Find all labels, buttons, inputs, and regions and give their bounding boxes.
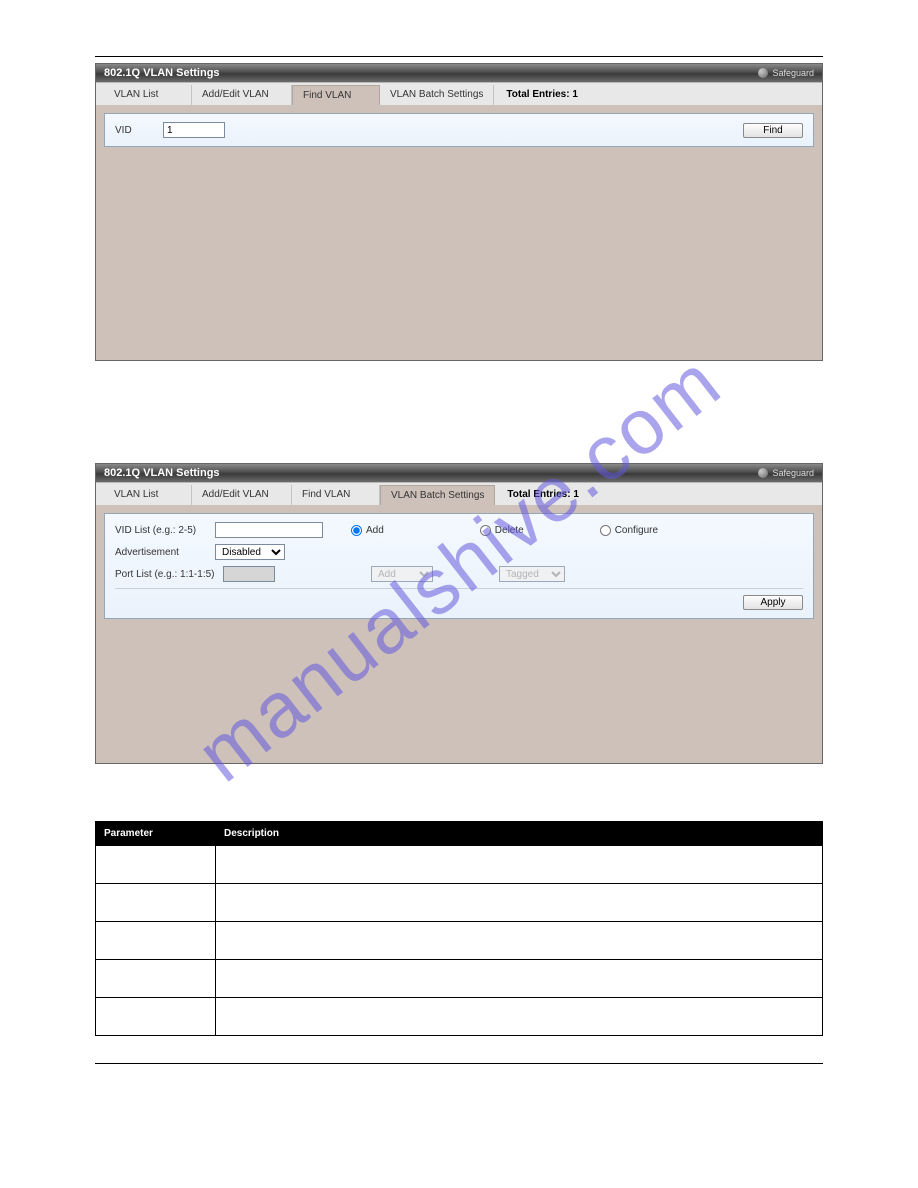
find-vlan-lead: Enter the VLAN ID number in the field of… (95, 401, 823, 412)
find-form-box: VID Find (104, 113, 814, 147)
footer-rule (95, 1063, 823, 1064)
param-header-description: Description (216, 822, 823, 846)
tab-bar: VLAN List Add/Edit VLAN Find VLAN VLAN B… (96, 482, 822, 505)
radio-configure[interactable] (600, 525, 611, 536)
vid-list-input[interactable] (215, 522, 323, 538)
document-header: xStack® DGS-3620 Series Layer 3 Managed … (95, 40, 823, 50)
safeguard-icon (758, 68, 768, 78)
param-name: Port List (96, 922, 216, 960)
table-row: Port List Allows an individual port list… (96, 922, 823, 960)
radio-delete-label: Delete (495, 525, 524, 536)
tab-vlan-list[interactable]: VLAN List (104, 485, 192, 505)
radio-configure-label: Configure (615, 525, 658, 536)
panel-title: 802.1Q VLAN Settings (104, 67, 220, 79)
tab-vlan-batch-settings[interactable]: VLAN Batch Settings (380, 485, 495, 505)
tab-add-edit-vlan[interactable]: Add/Edit VLAN (192, 85, 292, 105)
radio-configure-group[interactable]: Configure (600, 525, 658, 536)
radio-delete-group[interactable]: Delete (480, 525, 524, 536)
advertisement-select[interactable]: Disabled (215, 544, 285, 560)
safeguard-label: Safeguard (772, 468, 814, 478)
form-divider (115, 588, 803, 589)
advertisement-label: Advertisement (115, 547, 207, 558)
param-header-parameter: Parameter (96, 822, 216, 846)
table-row: VID List Enter a VLAN ID List that can b… (96, 846, 823, 884)
panel-titlebar: 802.1Q VLAN Settings Safeguard (96, 64, 822, 82)
tab-find-vlan[interactable]: Find VLAN (292, 85, 380, 105)
apply-button[interactable]: Apply (743, 595, 803, 610)
table-lead-text: The fields that can be configured are de… (95, 804, 823, 815)
safeguard-badge: Safeguard (758, 468, 814, 478)
param-desc: Enter a VLAN ID List that can be added, … (216, 846, 823, 884)
radio-add[interactable] (351, 525, 362, 536)
param-name: Tagged (96, 960, 216, 998)
total-entries-label: Total Entries: 1 (495, 485, 591, 505)
port-list-label: Port List (e.g.: 1:1-1:5) (115, 569, 215, 580)
param-name: VID List (96, 846, 216, 884)
apply-note: Click the Apply button to accept the cha… (95, 1044, 823, 1055)
table-row: Untagged Specify the port as 802.1Q unta… (96, 998, 823, 1036)
radio-add-group[interactable]: Add (351, 525, 384, 536)
vid-input[interactable] (163, 122, 225, 138)
port-tag-select: Tagged (499, 566, 565, 582)
table-row: Advertisement Enabling this function wil… (96, 884, 823, 922)
table-row: Tagged Specify the port as 802.1Q tagged… (96, 960, 823, 998)
batch-lead: To create, delete and configure a VLAN B… (95, 446, 823, 457)
vid-list-label: VID List (e.g.: 2-5) (115, 525, 207, 536)
radio-delete[interactable] (480, 525, 491, 536)
vid-label: VID (115, 125, 155, 136)
port-list-input (223, 566, 275, 582)
tab-add-edit-vlan[interactable]: Add/Edit VLAN (192, 485, 292, 505)
page-number: 77 (812, 1094, 823, 1105)
tab-bar: VLAN List Add/Edit VLAN Find VLAN VLAN B… (96, 82, 822, 105)
batch-form-box: VID List (e.g.: 2-5) Add Delete (104, 513, 814, 619)
param-desc: Specify the port as 802.1Q untagged. Use… (216, 998, 823, 1036)
tab-vlan-list[interactable]: VLAN List (104, 85, 192, 105)
header-rule (95, 56, 823, 57)
panel-body-batch: VID List (e.g.: 2-5) Add Delete (96, 505, 822, 763)
total-entries-label: Total Entries: 1 (494, 85, 590, 105)
page-footer: 77 (0, 1094, 918, 1135)
tab-find-vlan[interactable]: Find VLAN (292, 485, 380, 505)
tab-vlan-batch-settings[interactable]: VLAN Batch Settings (380, 85, 494, 105)
panel-body-find: VID Find (96, 105, 822, 360)
radio-add-label: Add (366, 525, 384, 536)
vlan-settings-panel-batch: 802.1Q VLAN Settings Safeguard VLAN List… (95, 463, 823, 764)
param-desc: Allows an individual port list to be add… (216, 922, 823, 960)
param-desc: Specify the port as 802.1Q tagged. Use t… (216, 960, 823, 998)
figure-caption-1: Figure 4-3 802.1Q VLAN Settings – Find V… (95, 369, 823, 379)
panel-titlebar: 802.1Q VLAN Settings Safeguard (96, 464, 822, 482)
port-action-select: Add (371, 566, 433, 582)
figure-caption-2: Figure 4-4 802.1Q VLAN Settings – VLAN B… (95, 772, 823, 782)
find-button[interactable]: Find (743, 123, 803, 138)
safeguard-icon (758, 468, 768, 478)
safeguard-badge: Safeguard (758, 68, 814, 78)
param-desc: Enabling this function will allow the Sw… (216, 884, 823, 922)
param-name: Advertisement (96, 884, 216, 922)
vlan-settings-panel-find: 802.1Q VLAN Settings Safeguard VLAN List… (95, 63, 823, 361)
param-name: Untagged (96, 998, 216, 1036)
safeguard-label: Safeguard (772, 68, 814, 78)
parameter-table: Parameter Description VID List Enter a V… (95, 821, 823, 1036)
panel-title: 802.1Q VLAN Settings (104, 467, 220, 479)
